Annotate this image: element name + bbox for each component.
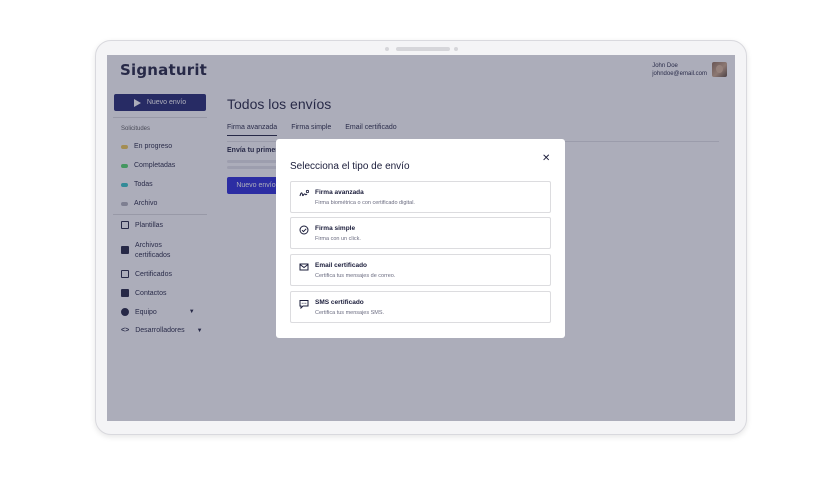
option-description: Firma biométrica o con certificado digit… <box>315 200 415 206</box>
camera-bar <box>96 47 746 51</box>
tablet-frame: Signaturit John Doe johndoe@email.com Nu… <box>95 40 747 435</box>
screen: Signaturit John Doe johndoe@email.com Nu… <box>107 55 735 421</box>
signature-icon <box>299 189 309 197</box>
option-title: Firma avanzada <box>315 189 364 196</box>
option-title: Email certificado <box>315 262 368 269</box>
mail-icon <box>299 263 309 271</box>
option-firma-avanzada[interactable]: Firma avanzada Firma biométrica o con ce… <box>290 181 551 213</box>
camera-dot <box>454 47 458 51</box>
option-title: SMS certificado <box>315 299 364 306</box>
option-sms-certificado[interactable]: SMS certificado Certifica tus mensajes S… <box>290 291 551 323</box>
option-firma-simple[interactable]: Firma simple Firma con un click. <box>290 217 551 249</box>
send-type-modal: Selecciona el tipo de envío ✕ Firma avan… <box>276 139 565 338</box>
option-description: Certifica tus mensajes SMS. <box>315 310 385 316</box>
option-description: Firma con un click. <box>315 236 361 242</box>
option-description: Certifica tus mensajes de correo. <box>315 273 396 279</box>
check-circle-icon <box>299 225 309 235</box>
option-email-certificado[interactable]: Email certificado Certifica tus mensajes… <box>290 254 551 286</box>
camera-dot <box>385 47 389 51</box>
close-icon[interactable]: ✕ <box>542 153 550 164</box>
sms-icon <box>299 300 309 309</box>
modal-title: Selecciona el tipo de envío <box>290 161 410 172</box>
option-title: Firma simple <box>315 225 356 232</box>
speaker-bar <box>396 47 450 51</box>
